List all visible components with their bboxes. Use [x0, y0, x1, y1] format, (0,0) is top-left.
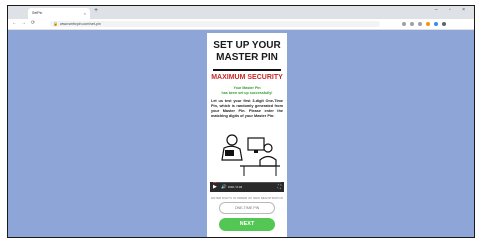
page-viewport: SET UP YOUR MASTER PIN MAXIMUM SECURITY … [8, 30, 474, 237]
pin-setup-card: SET UP YOUR MASTER PIN MAXIMUM SECURITY … [207, 33, 287, 237]
profile-avatar[interactable] [434, 22, 438, 26]
tab-title: SetPin [32, 11, 43, 15]
title-line-2: MASTER PIN [216, 52, 278, 63]
back-icon[interactable]: ← [12, 20, 17, 26]
volume-icon[interactable]: 🔊 [221, 184, 227, 190]
instructions-text: Let us test your first 3-digit One-Time … [211, 99, 283, 118]
star-icon[interactable] [402, 22, 406, 26]
tab-close-icon[interactable]: × [84, 8, 86, 19]
extension-icon[interactable] [418, 22, 422, 26]
fullscreen-icon[interactable]: ⛶ [278, 184, 281, 189]
otp-helper-text: ENTER DIGITS IN ORDER OF NEW REGISTRATIO… [211, 196, 283, 200]
title-line-1: SET UP YOUR [213, 40, 281, 51]
video-player[interactable]: ▶ 🔊 0:00 / 0:34 ⛶ [210, 126, 284, 192]
divider [213, 69, 281, 71]
browser-toolbar: ← → ⟳ 🔒 www.smtrcpin.com/set-pin [8, 19, 474, 30]
reload-icon[interactable]: ⟳ [31, 20, 35, 26]
video-time: 0:00 / 0:34 [228, 185, 243, 189]
address-url: www.smtrcpin.com/set-pin [60, 22, 101, 26]
video-progress[interactable] [213, 182, 281, 183]
play-icon[interactable]: ▶ [213, 184, 217, 190]
instruction-illustration [221, 134, 280, 176]
address-bar[interactable]: 🔒 www.smtrcpin.com/set-pin [50, 21, 380, 27]
window-controls[interactable]: – ▫ × [435, 7, 470, 13]
tab-setpin[interactable]: SetPin × [28, 8, 90, 19]
tab-bar: SetPin × + – ▫ × [8, 6, 474, 19]
security-heading: MAXIMUM SECURITY [211, 74, 283, 81]
extension-icon[interactable] [410, 22, 414, 26]
video-controls: ▶ 🔊 0:00 / 0:34 ⛶ [210, 182, 284, 192]
lock-icon: 🔒 [53, 21, 58, 26]
extension-icon[interactable] [426, 22, 430, 26]
forward-icon[interactable]: → [21, 20, 26, 26]
next-button[interactable]: NEXT [219, 218, 275, 231]
page-title: SET UP YOUR MASTER PIN [207, 40, 287, 64]
video-progress-fill [213, 182, 217, 183]
browser-window: SetPin × + – ▫ × ← → ⟳ 🔒 www.smtrcpin.co… [7, 5, 475, 238]
one-time-pin-input[interactable] [219, 202, 275, 214]
status-line-2: has been set up successfully! [221, 91, 273, 95]
status-line-1: Your Master Pin [233, 86, 261, 90]
menu-icon[interactable] [442, 22, 446, 26]
new-tab-button[interactable]: + [94, 7, 98, 14]
